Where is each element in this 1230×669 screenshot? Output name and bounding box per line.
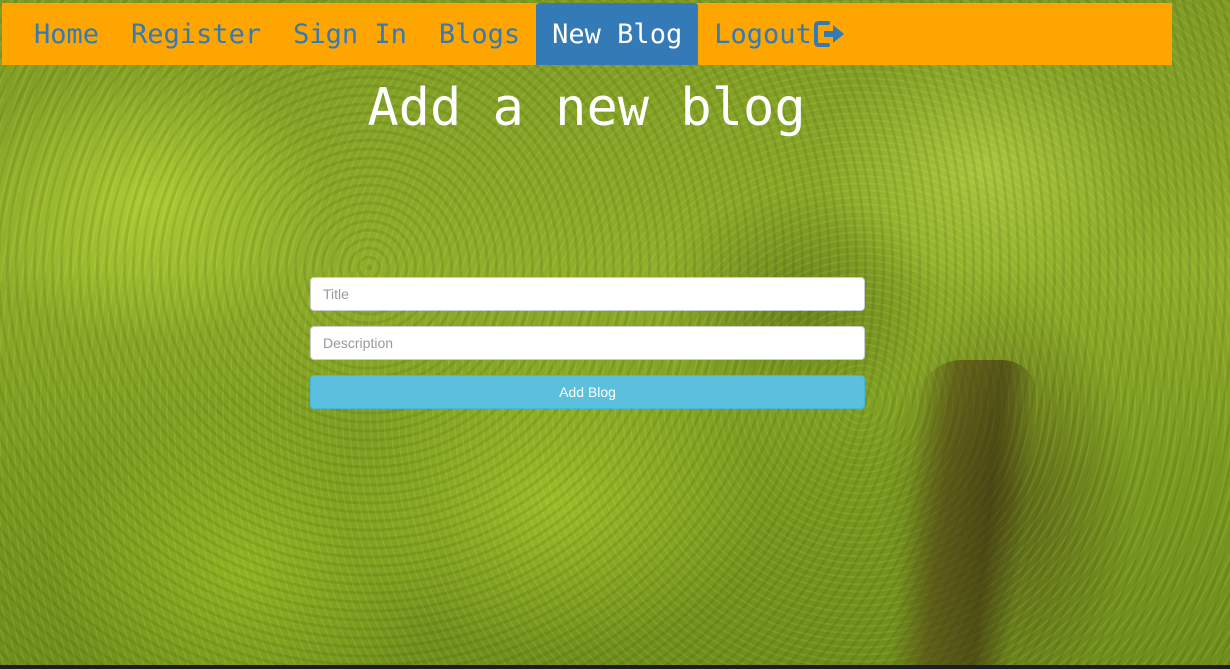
nav-home[interactable]: Home <box>18 3 115 65</box>
nav-logout[interactable]: Logout <box>698 3 862 65</box>
bottom-edge <box>0 665 1230 669</box>
nav-sign-in-label: Sign In <box>293 18 407 50</box>
add-blog-button[interactable]: Add Blog <box>310 375 865 409</box>
add-blog-form: Add Blog <box>310 277 865 409</box>
logout-icon <box>813 20 846 48</box>
navbar: Home Register Sign In Blogs New Blog Log… <box>2 3 1172 65</box>
nav-home-label: Home <box>34 18 100 50</box>
nav-logout-label: Logout <box>714 18 812 50</box>
description-input[interactable] <box>310 326 865 360</box>
nav-register[interactable]: Register <box>115 3 277 65</box>
nav-new-blog[interactable]: New Blog <box>536 3 699 65</box>
nav-sign-in[interactable]: Sign In <box>277 3 423 65</box>
nav-blogs-label: Blogs <box>438 18 521 50</box>
nav-blogs[interactable]: Blogs <box>423 3 536 65</box>
page-title: Add a new blog <box>367 78 806 138</box>
nav-new-blog-label: New Blog <box>552 18 683 50</box>
title-input[interactable] <box>310 277 865 311</box>
tree-trunk <box>888 360 1042 669</box>
nav-register-label: Register <box>131 18 262 50</box>
